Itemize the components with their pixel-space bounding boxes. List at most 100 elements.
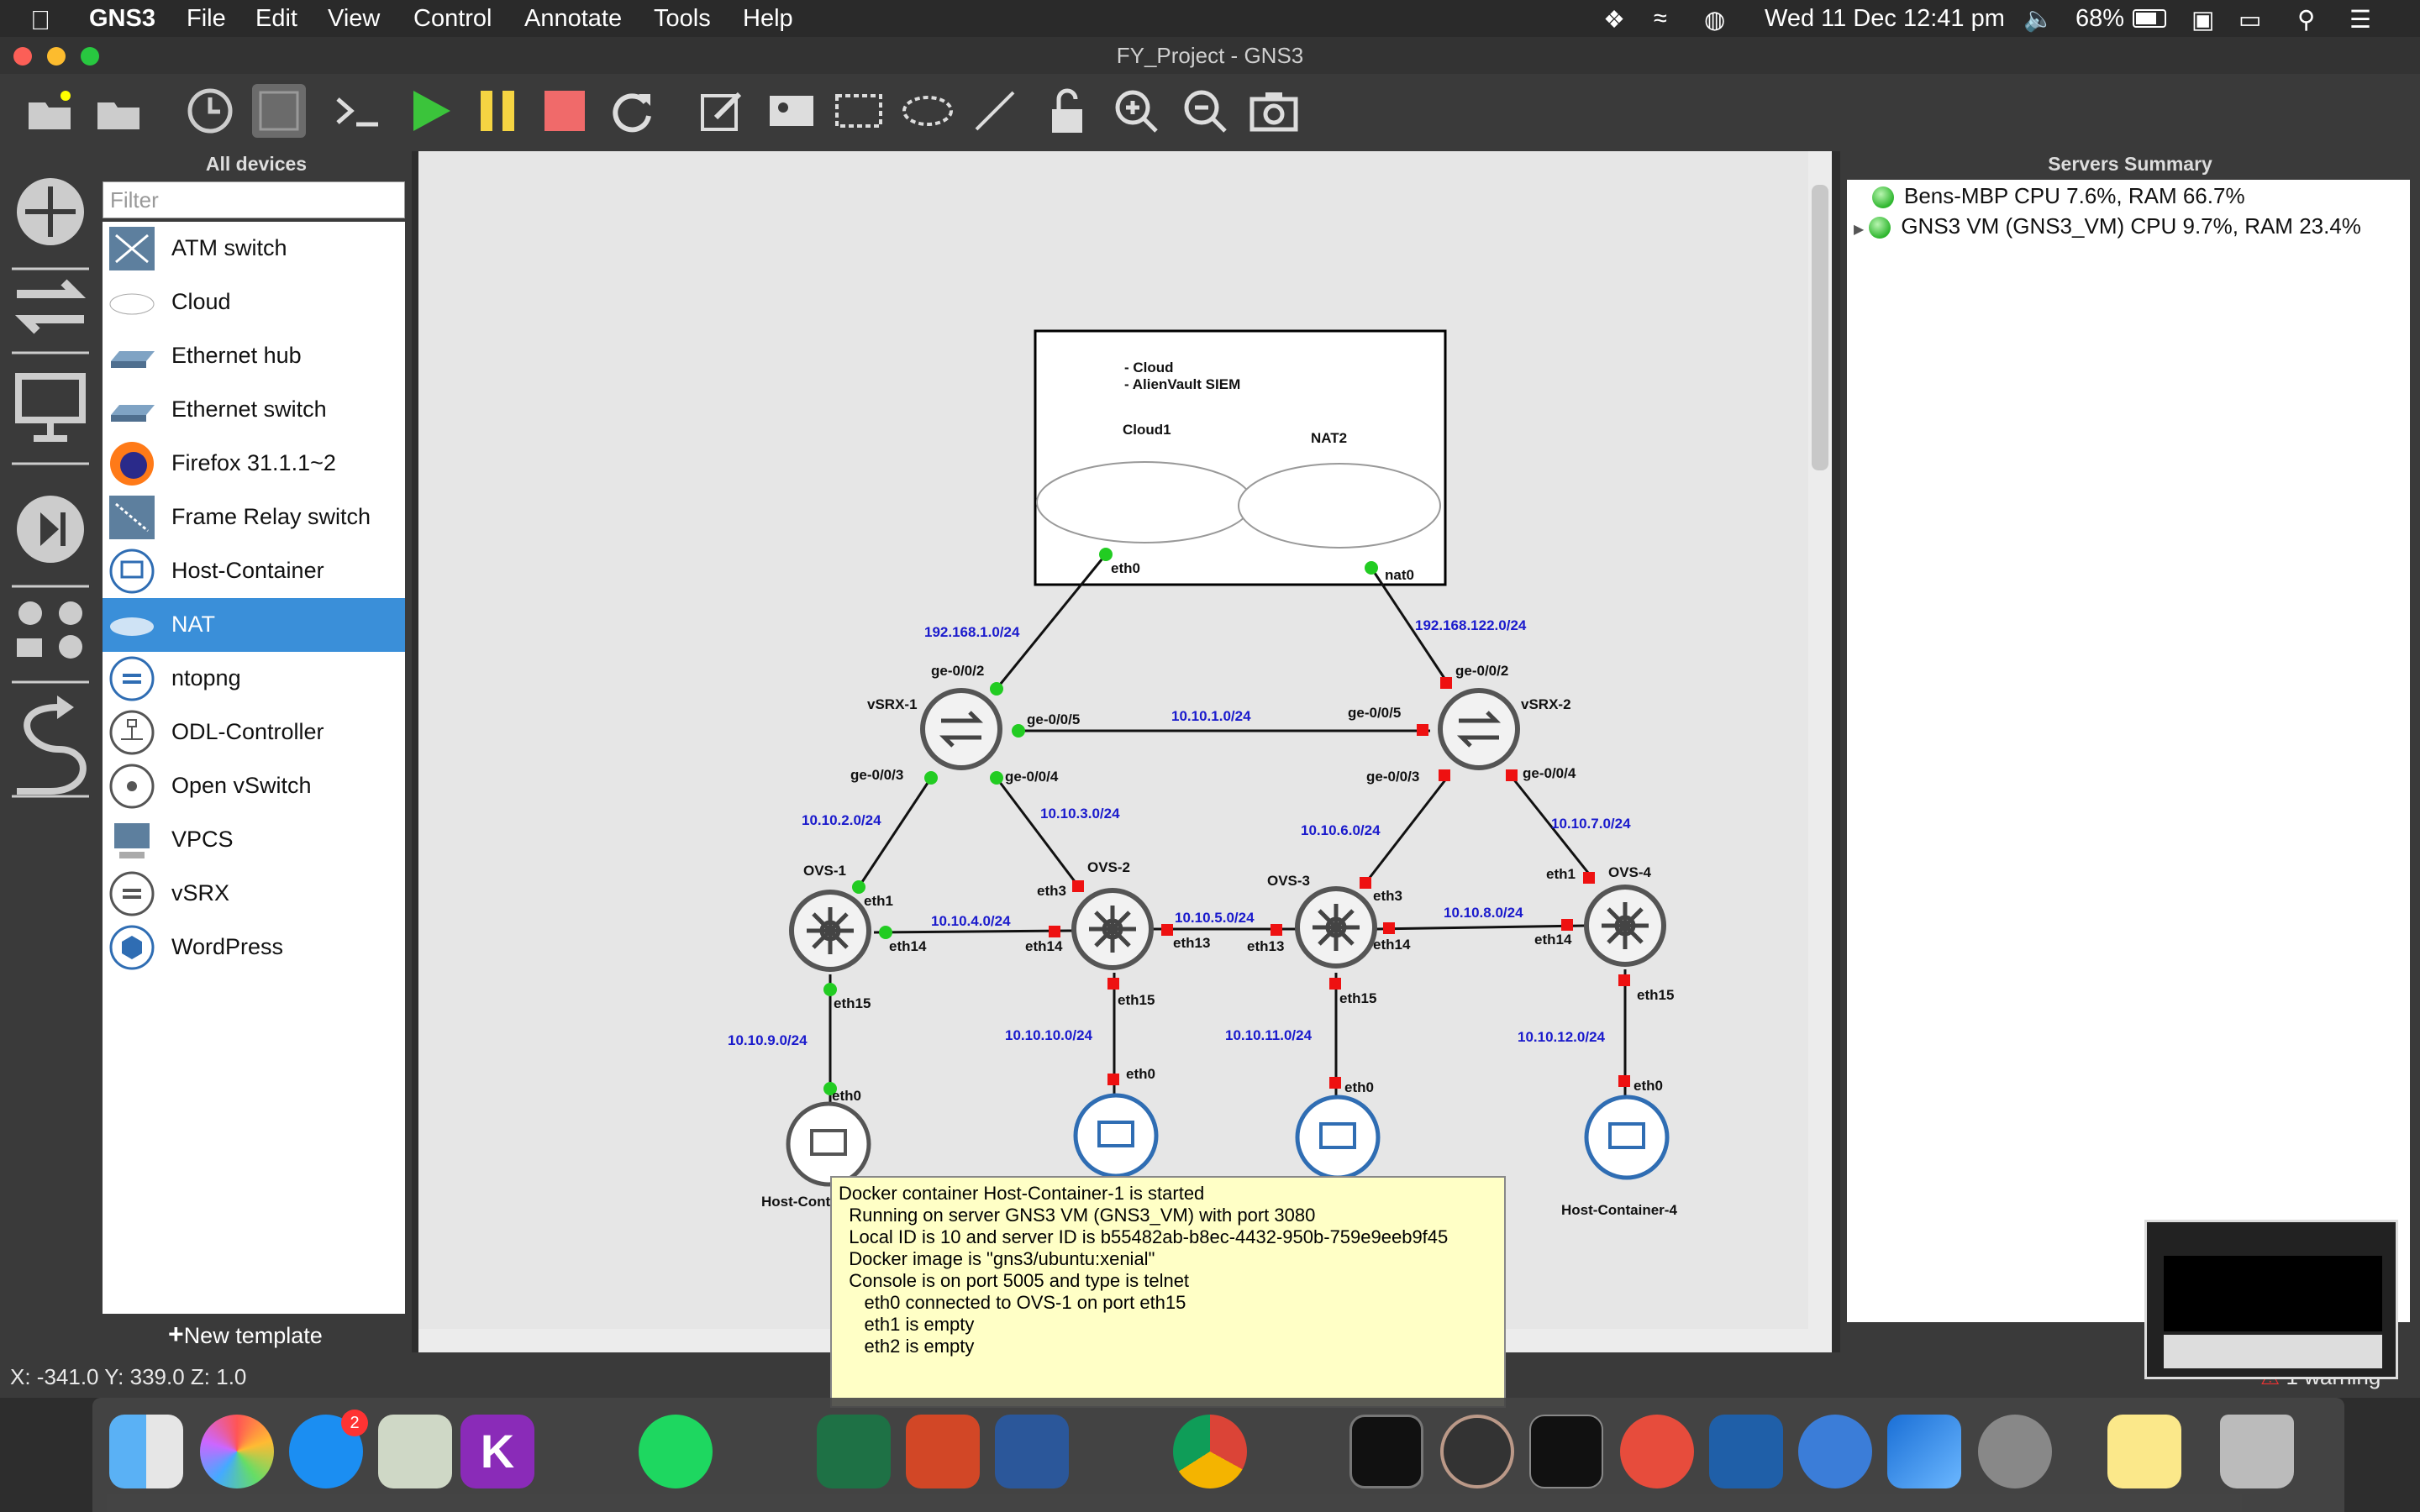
suspend-all-icon[interactable] xyxy=(471,84,524,138)
insert-picture-icon[interactable] xyxy=(765,84,818,138)
new-template-button[interactable]: +New template xyxy=(168,1319,323,1350)
photos-icon[interactable] xyxy=(200,1415,274,1488)
server-item[interactable]: Bens-MBP CPU 7.6%, RAM 66.7% xyxy=(1872,183,2245,209)
snapshot-clock-icon[interactable] xyxy=(183,84,237,138)
gns3-chameleon-icon[interactable] xyxy=(1798,1415,1872,1488)
filter-input[interactable]: Filter xyxy=(103,181,405,218)
expand-arrow-icon[interactable]: ▶ xyxy=(1854,223,1864,237)
nat2-node[interactable] xyxy=(1238,463,1441,549)
device-frame-relay-switch[interactable]: Frame Relay switch xyxy=(103,491,405,544)
mail-stamp-icon[interactable] xyxy=(378,1415,452,1488)
system-preferences-icon[interactable] xyxy=(1978,1415,2052,1488)
annotation-rectangle[interactable] xyxy=(1034,329,1447,586)
apple-icon[interactable]:  xyxy=(30,5,50,36)
battery-icon[interactable] xyxy=(2133,9,2166,28)
server-item[interactable]: ▶ GNS3 VM (GNS3_VM) CPU 9.7%, RAM 23.4% xyxy=(1854,213,2361,239)
dropbox-icon[interactable]: ❖ xyxy=(1603,5,1625,34)
stickies-icon[interactable] xyxy=(2107,1415,2181,1488)
volume-icon[interactable]: 🔈 xyxy=(2023,5,2054,34)
lock-icon[interactable] xyxy=(1040,84,1094,138)
word-icon[interactable] xyxy=(995,1415,1069,1488)
screenshot-camera-icon[interactable] xyxy=(1247,84,1301,138)
menu-file[interactable]: File xyxy=(187,5,226,33)
zoom-out-icon[interactable] xyxy=(1178,84,1232,138)
minimize-button[interactable] xyxy=(47,47,66,66)
vsrx2-node[interactable] xyxy=(1438,688,1520,770)
console-all-icon[interactable] xyxy=(331,84,385,138)
device-odl-controller[interactable]: ODL-Controller xyxy=(103,706,405,759)
browse-all-devices-icon[interactable] xyxy=(17,601,82,659)
wifi-icon-2[interactable]: ◍ xyxy=(1704,5,1725,34)
powerpoint-icon[interactable] xyxy=(906,1415,980,1488)
app-menu[interactable]: GNS3 xyxy=(89,5,155,33)
device-wordpress[interactable]: WordPress xyxy=(103,921,405,974)
device-firefox[interactable]: Firefox 31.1.1~2 xyxy=(103,437,405,491)
device-nat[interactable]: NAT xyxy=(103,598,405,652)
browse-end-devices-icon[interactable] xyxy=(15,373,86,442)
spotify-icon[interactable] xyxy=(639,1415,713,1488)
menu-tools[interactable]: Tools xyxy=(654,5,711,33)
open-project-icon[interactable] xyxy=(92,84,146,138)
device-open-vswitch[interactable]: Open vSwitch xyxy=(103,759,405,813)
add-link-icon[interactable] xyxy=(17,696,87,795)
device-ethernet-hub[interactable]: Ethernet hub xyxy=(103,329,405,383)
add-note-icon[interactable] xyxy=(696,84,750,138)
excel-icon[interactable] xyxy=(817,1415,891,1488)
host3-node[interactable] xyxy=(1295,1095,1381,1180)
vsrx1-node[interactable] xyxy=(920,688,1002,770)
menu-annotate[interactable]: Annotate xyxy=(524,5,622,33)
trash-icon[interactable] xyxy=(2220,1415,2294,1488)
clock[interactable]: Wed 11 Dec 12:41 pm xyxy=(1765,5,2005,33)
host1-node[interactable] xyxy=(786,1101,871,1187)
menu-edit[interactable]: Edit xyxy=(255,5,297,33)
finder-icon[interactable] xyxy=(109,1415,183,1488)
cloud1-node[interactable] xyxy=(1036,461,1253,543)
zoom-in-icon[interactable] xyxy=(1109,84,1163,138)
draw-ellipse-icon[interactable] xyxy=(901,84,955,138)
device-ntopng[interactable]: ntopng xyxy=(103,652,405,706)
stop-all-icon[interactable] xyxy=(538,84,592,138)
new-project-icon[interactable] xyxy=(24,84,77,138)
chrome-icon[interactable] xyxy=(1173,1415,1247,1488)
host2-node[interactable] xyxy=(1073,1093,1159,1179)
device-vpcs[interactable]: VPCS xyxy=(103,813,405,867)
activity-monitor-icon[interactable] xyxy=(1349,1415,1423,1488)
close-button[interactable] xyxy=(13,47,32,66)
kahoot-icon[interactable]: K xyxy=(460,1415,534,1488)
canvas-vertical-scrollbar[interactable] xyxy=(1808,151,1832,1352)
device-vsrx[interactable]: vSRX xyxy=(103,867,405,921)
start-all-icon[interactable] xyxy=(403,84,457,138)
network-radar-icon[interactable] xyxy=(1440,1415,1514,1488)
menu-control[interactable]: Control xyxy=(413,5,492,33)
menu-help[interactable]: Help xyxy=(743,5,793,33)
menu-view[interactable]: View xyxy=(328,5,380,33)
node-label-host4: Host-Container-4 xyxy=(1561,1202,1677,1218)
spotlight-icon[interactable]: ⚲ xyxy=(2297,5,2315,34)
remote-desktop-icon[interactable] xyxy=(1620,1415,1694,1488)
browse-security-icon[interactable] xyxy=(17,496,84,563)
scroll-thumb[interactable] xyxy=(1812,185,1828,470)
device-cloud[interactable]: Cloud xyxy=(103,276,405,329)
browse-switches-icon[interactable] xyxy=(14,279,87,334)
device-ethernet-switch[interactable]: Ethernet switch xyxy=(103,383,405,437)
app-store-icon[interactable]: 2 xyxy=(289,1410,368,1488)
battery-percent[interactable]: 68% xyxy=(2075,5,2124,33)
device-host-container[interactable]: Host-Container xyxy=(103,544,405,598)
terminal-icon[interactable] xyxy=(1529,1415,1603,1488)
device-atm-switch[interactable]: ATM switch xyxy=(103,222,405,276)
virtualbox-icon[interactable] xyxy=(1709,1415,1783,1488)
window-preview-thumbnail[interactable] xyxy=(2144,1220,2398,1379)
topology-canvas[interactable]: - Cloud - AlienVault SIEM Cloud1 NAT2 vS… xyxy=(418,151,1830,1352)
airplay-icon[interactable]: ▭ xyxy=(2238,5,2261,34)
zoom-button[interactable] xyxy=(81,47,99,66)
wireshark-icon[interactable] xyxy=(1887,1415,1961,1488)
host4-node[interactable] xyxy=(1584,1095,1670,1180)
draw-line-icon[interactable] xyxy=(968,84,1022,138)
control-center-icon[interactable]: ☰ xyxy=(2349,5,2371,34)
draw-rectangle-icon[interactable] xyxy=(832,84,886,138)
show-interface-labels-icon[interactable] xyxy=(252,84,306,138)
notifications-icon[interactable]: ▣ xyxy=(2191,5,2214,34)
reload-all-icon[interactable] xyxy=(605,84,659,138)
wifi-icon[interactable]: ≈ xyxy=(1654,5,1667,33)
browse-routers-icon[interactable] xyxy=(17,178,84,245)
